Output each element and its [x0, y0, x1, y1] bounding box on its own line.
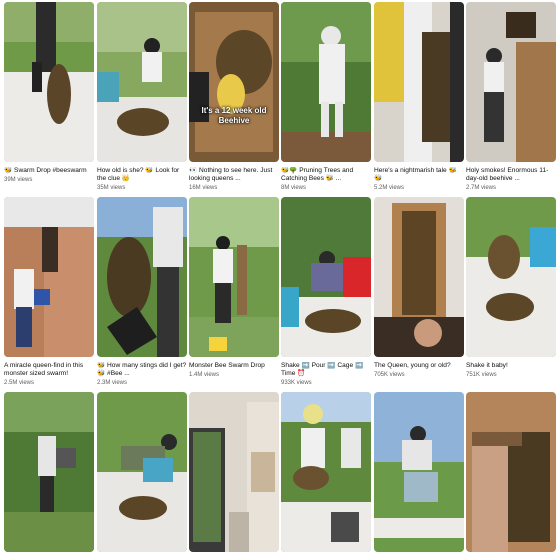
short-card[interactable] — [374, 392, 464, 559]
short-title[interactable]: 👀 Nothing to see here. Just looking quee… — [189, 167, 279, 183]
thumbnail-image — [97, 392, 187, 552]
short-card[interactable] — [97, 392, 187, 559]
short-views: 39M views — [4, 177, 33, 183]
shorts-grid: 🐝 Swarm Drop #beeswarm 39M views How old… — [0, 0, 560, 560]
short-card[interactable]: Shake it baby! 751K views — [466, 197, 556, 378]
short-card[interactable]: Shake ➡️ Pour ➡️ Cage ➡️ Time ⏰ 933K vie… — [281, 197, 371, 386]
short-card[interactable] — [466, 392, 556, 559]
short-title[interactable]: Shake it baby! — [466, 362, 556, 370]
short-thumbnail[interactable] — [281, 2, 371, 162]
short-thumbnail[interactable] — [374, 392, 464, 552]
thumbnail-image — [189, 197, 279, 357]
short-views: 933K views — [281, 380, 312, 386]
thumbnail-image — [4, 197, 94, 357]
thumbnail-image — [97, 2, 187, 162]
short-thumbnail[interactable] — [97, 392, 187, 552]
short-thumbnail[interactable] — [374, 197, 464, 357]
thumbnail-image — [189, 392, 279, 552]
short-card[interactable]: How old is she? 🐝 Look for the clue 👑 35… — [97, 2, 187, 191]
short-card[interactable]: 🐝 How many stings did I get? 🐝 #Bee ... … — [97, 197, 187, 386]
short-card[interactable]: A miracle queen-find in this monster siz… — [4, 197, 94, 386]
short-card[interactable]: It's a 12 week old Beehive 👀 Nothing to … — [189, 2, 279, 191]
short-views: 751K views — [466, 372, 497, 378]
short-thumbnail[interactable] — [374, 2, 464, 162]
thumbnail-image — [374, 197, 464, 357]
thumbnail-image — [466, 197, 556, 357]
short-title[interactable]: Shake ➡️ Pour ➡️ Cage ➡️ Time ⏰ — [281, 362, 371, 378]
short-thumbnail[interactable] — [466, 197, 556, 357]
thumbnail-image — [189, 2, 279, 162]
short-card[interactable] — [281, 392, 371, 559]
thumbnail-image — [466, 392, 556, 552]
short-title[interactable]: The Queen, young or old? — [374, 362, 464, 370]
short-card[interactable]: Holy smokes! Enormous 11-day-old beehive… — [466, 2, 556, 191]
short-views: 1.4M views — [189, 372, 220, 378]
short-thumbnail[interactable] — [466, 392, 556, 552]
short-views: 2.7M views — [466, 185, 497, 191]
thumbnail-image — [4, 2, 94, 162]
short-thumbnail[interactable] — [97, 197, 187, 357]
short-title[interactable]: Here's a nightmarish tale 🐝 🐝 — [374, 167, 464, 183]
short-views: 2.5M views — [4, 380, 35, 386]
thumbnail-image — [374, 2, 464, 162]
short-card[interactable]: 🐝🌳 Pruning Trees and Catching Bees 🐝 ...… — [281, 2, 371, 191]
short-thumbnail[interactable]: It's a 12 week old Beehive — [189, 2, 279, 162]
short-views: 705K views — [374, 372, 405, 378]
short-card[interactable]: Monster Bee Swarm Drop 1.4M views — [189, 197, 279, 378]
short-card[interactable]: 🐝 Swarm Drop #beeswarm 39M views — [4, 2, 94, 183]
short-thumbnail[interactable] — [189, 392, 279, 552]
short-thumbnail[interactable] — [97, 2, 187, 162]
short-title[interactable]: How old is she? 🐝 Look for the clue 👑 — [97, 167, 187, 183]
short-views: 2.3M views — [97, 380, 128, 386]
thumbnail-image — [374, 392, 464, 552]
thumbnail-image — [281, 392, 371, 552]
thumbnail-image — [4, 392, 94, 552]
short-title[interactable]: A miracle queen-find in this monster siz… — [4, 362, 94, 378]
short-title[interactable]: Holy smokes! Enormous 11-day-old beehive… — [466, 167, 556, 183]
thumbnail-image — [281, 197, 371, 357]
thumbnail-image — [281, 2, 371, 162]
short-card[interactable]: Here's a nightmarish tale 🐝 🐝 5.2M views — [374, 2, 464, 191]
thumbnail-image — [466, 2, 556, 162]
short-thumbnail[interactable] — [281, 197, 371, 357]
short-thumbnail[interactable] — [466, 2, 556, 162]
short-title[interactable]: 🐝 Swarm Drop #beeswarm — [4, 167, 94, 175]
short-views: 8M views — [281, 185, 307, 191]
short-thumbnail[interactable] — [4, 2, 94, 162]
short-card[interactable] — [4, 392, 94, 559]
short-views: 16M views — [189, 185, 218, 191]
short-views: 35M views — [97, 185, 126, 191]
short-title[interactable]: 🐝 How many stings did I get? 🐝 #Bee ... — [97, 362, 187, 378]
short-card[interactable] — [189, 392, 279, 559]
short-thumbnail[interactable] — [189, 197, 279, 357]
thumbnail-image — [97, 197, 187, 357]
short-thumbnail[interactable] — [4, 392, 94, 552]
short-views: 5.2M views — [374, 185, 405, 191]
short-card[interactable]: The Queen, young or old? 705K views — [374, 197, 464, 378]
short-title[interactable]: 🐝🌳 Pruning Trees and Catching Bees 🐝 ... — [281, 167, 371, 183]
thumbnail-caption: It's a 12 week old Beehive — [201, 106, 267, 125]
short-title[interactable]: Monster Bee Swarm Drop — [189, 362, 279, 370]
short-thumbnail[interactable] — [281, 392, 371, 552]
short-thumbnail[interactable] — [4, 197, 94, 357]
